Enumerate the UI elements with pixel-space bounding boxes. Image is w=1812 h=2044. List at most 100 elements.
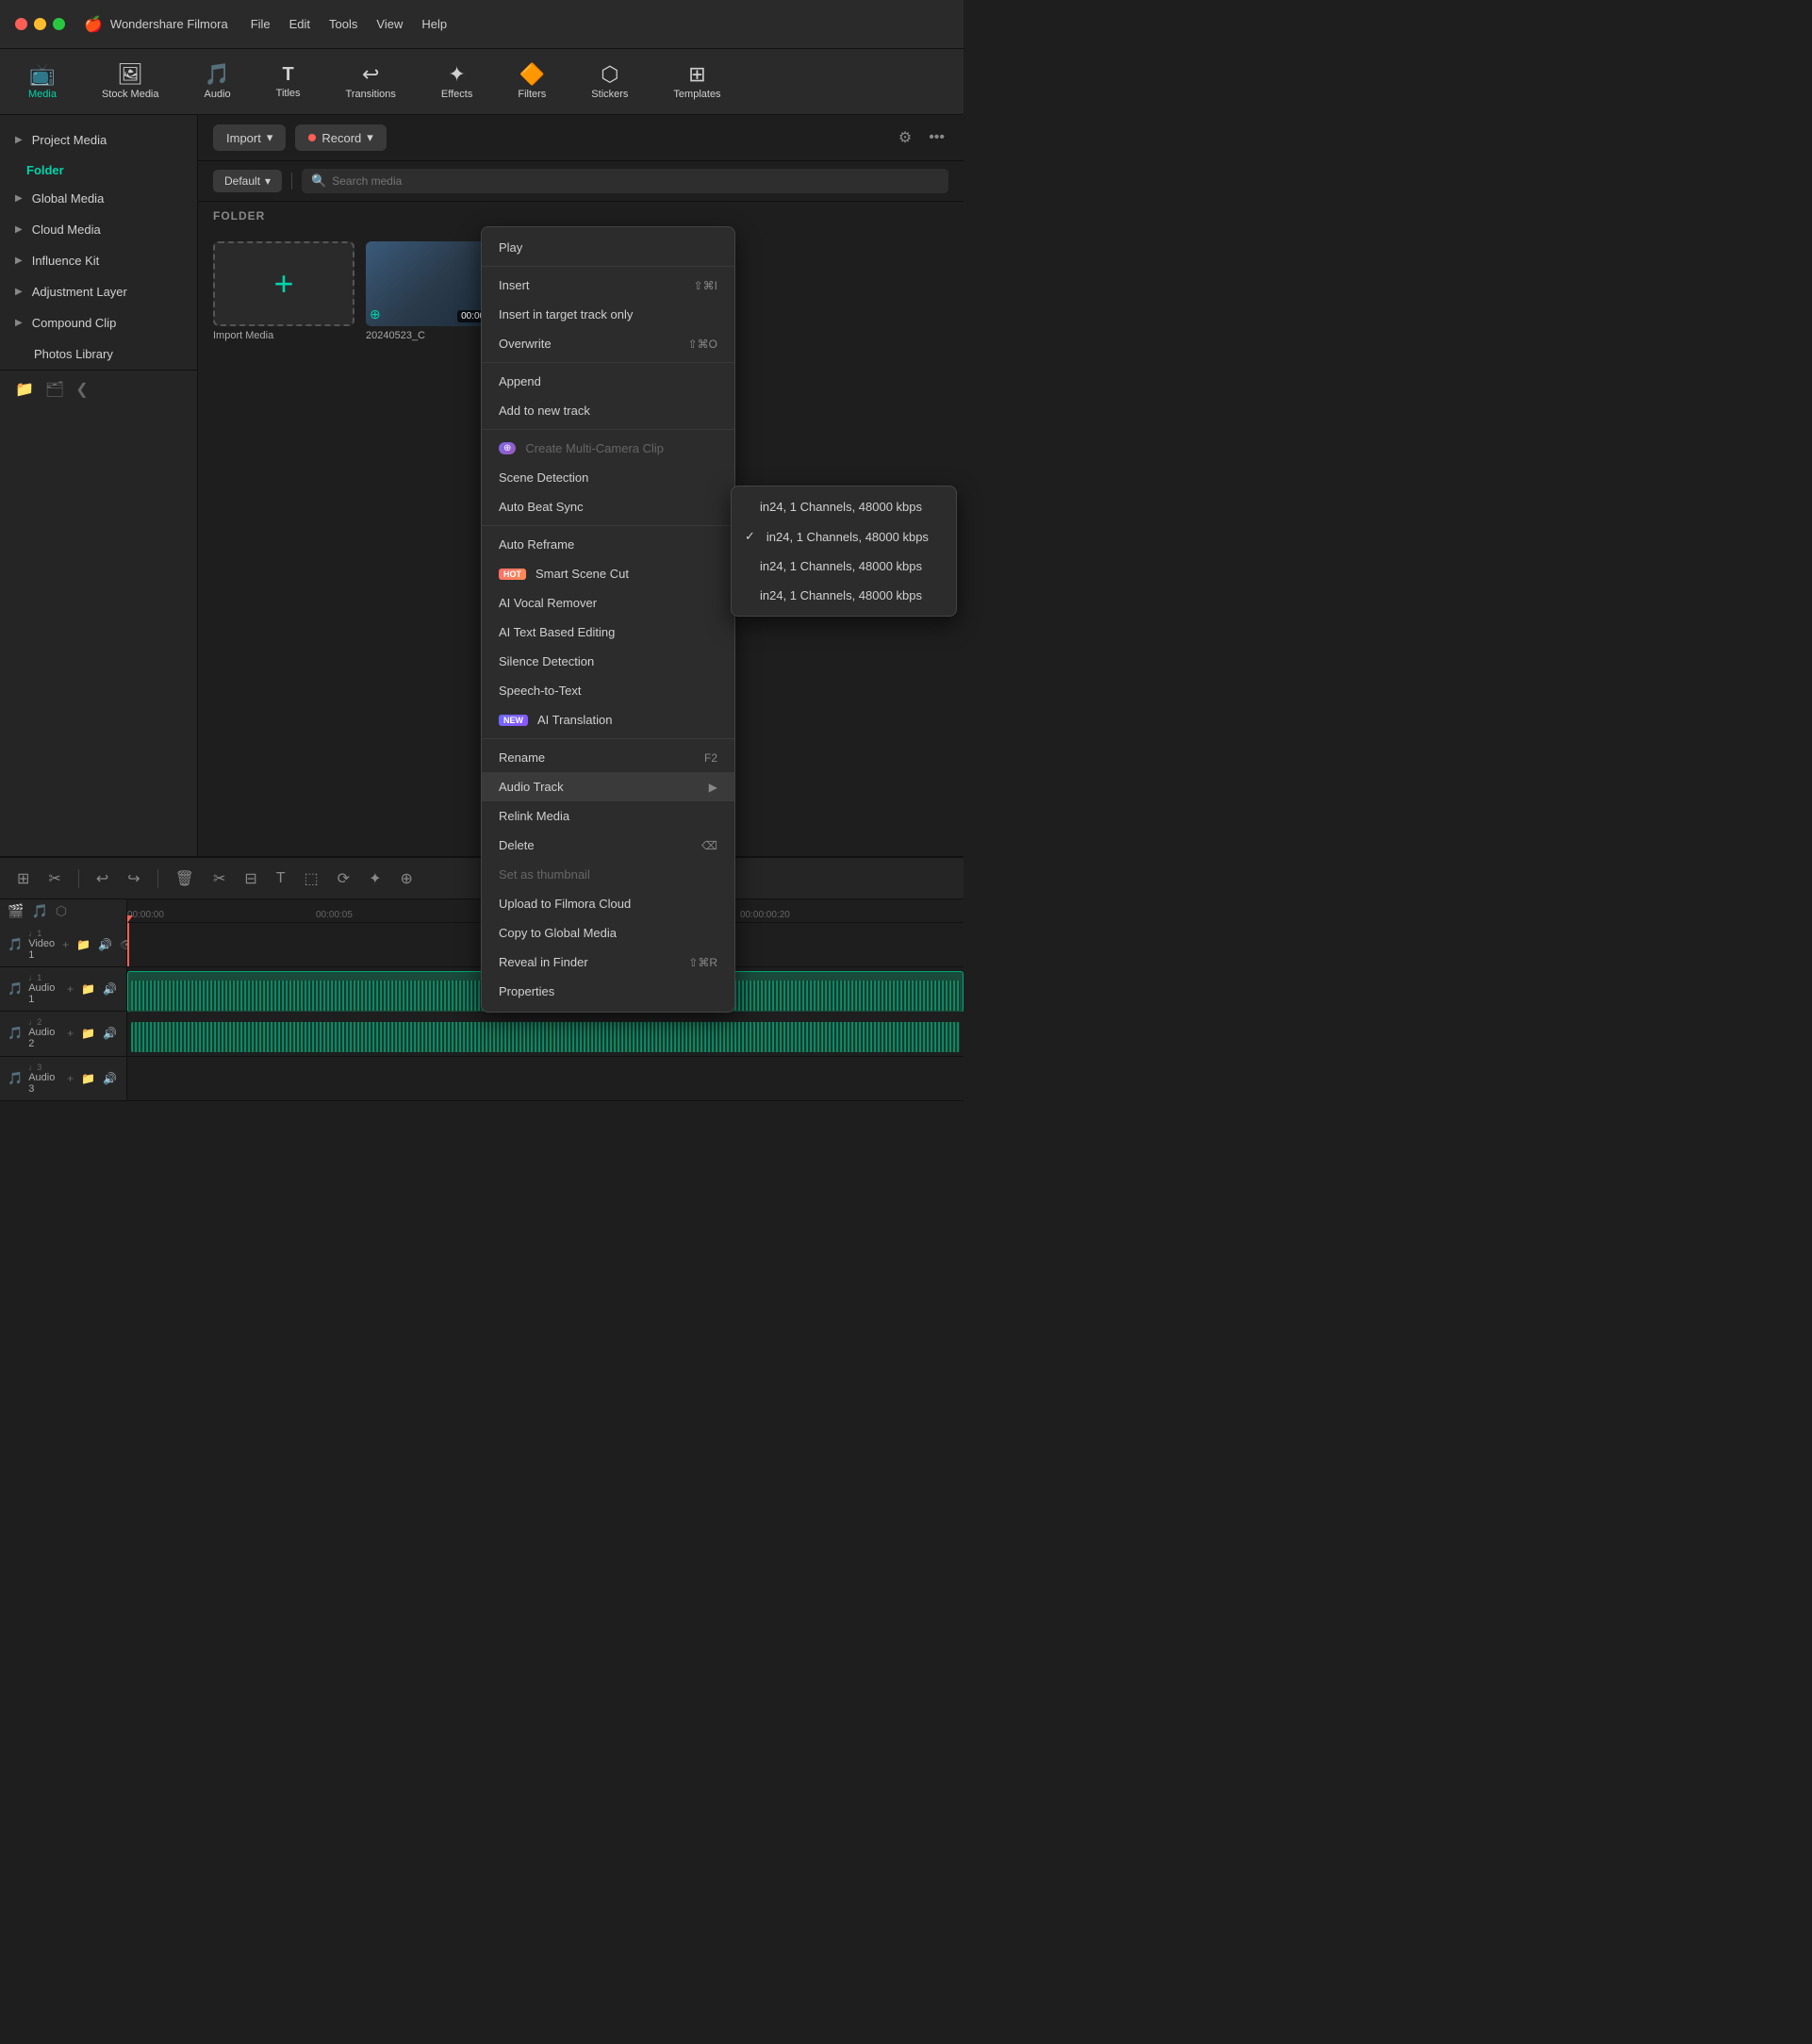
- ctx-ai-text-editing[interactable]: AI Text Based Editing: [482, 618, 734, 647]
- sidebar-item-compound-clip[interactable]: ▶ Compound Clip: [0, 307, 197, 338]
- menu-tools[interactable]: Tools: [329, 17, 357, 31]
- sidebar-item-influence-kit[interactable]: ▶ Influence Kit: [0, 245, 197, 276]
- search-input[interactable]: [332, 174, 939, 188]
- undo-button[interactable]: ↩: [91, 865, 114, 892]
- ctx-reveal-finder[interactable]: Reveal in Finder ⇧⌘R: [482, 948, 734, 977]
- audio-1-folder-button[interactable]: 📁: [79, 981, 97, 997]
- ctx-auto-beat-sync[interactable]: Auto Beat Sync: [482, 492, 734, 521]
- timecode-20: 00:00:00:20: [740, 910, 790, 920]
- cut-button[interactable]: ✂: [207, 865, 231, 892]
- menu-view[interactable]: View: [376, 17, 403, 31]
- ctx-ai-translation[interactable]: NEW AI Translation: [482, 705, 734, 734]
- submenu-item-3[interactable]: in24, 1 Channels, 48000 kbps: [732, 552, 956, 581]
- import-thumb[interactable]: +: [213, 241, 354, 326]
- audio-2-add-button[interactable]: +: [65, 1025, 75, 1042]
- add-video-track-button[interactable]: 🎬: [8, 903, 24, 919]
- track-folder-button[interactable]: 📁: [74, 936, 92, 953]
- menu-edit[interactable]: Edit: [289, 17, 310, 31]
- toolbar-filters[interactable]: 🔶 Filters: [508, 58, 555, 106]
- ctx-speech-to-text[interactable]: Speech-to-Text: [482, 676, 734, 705]
- ctx-scene-detection[interactable]: Scene Detection: [482, 463, 734, 492]
- toolbar-media[interactable]: 📺 Media: [19, 58, 66, 106]
- thumb-overlay-icon: ⊕: [370, 306, 381, 322]
- sidebar-item-photos-library[interactable]: Photos Library: [0, 338, 197, 370]
- ctx-properties[interactable]: Properties: [482, 977, 734, 1006]
- ctx-audio-track[interactable]: Audio Track ▶: [482, 772, 734, 801]
- ctx-multi-camera-label: Create Multi-Camera Clip: [525, 441, 664, 455]
- track-volume-button[interactable]: 🔊: [96, 936, 114, 953]
- sticker-button[interactable]: ⊕: [394, 865, 418, 892]
- snap-button[interactable]: ⊞: [11, 865, 35, 892]
- default-button[interactable]: Default ▾: [213, 170, 282, 192]
- audio-1-volume-button[interactable]: 🔊: [101, 981, 119, 997]
- sidebar-photos-library-label: Photos Library: [34, 347, 113, 361]
- ctx-upload-filmora[interactable]: Upload to Filmora Cloud: [482, 889, 734, 918]
- toolbar-stickers[interactable]: ⬡ Stickers: [582, 58, 637, 106]
- more-options-icon[interactable]: •••: [925, 124, 948, 151]
- submenu-item-4[interactable]: in24, 1 Channels, 48000 kbps: [732, 581, 956, 610]
- toolbar-transitions[interactable]: ↩ Transitions: [337, 58, 405, 106]
- add-compound-clip-button[interactable]: ⬡: [56, 903, 67, 919]
- crop-button[interactable]: ⬚: [299, 865, 324, 892]
- add-audio-track-button[interactable]: 🎵: [31, 903, 47, 919]
- audio-3-add-button[interactable]: +: [65, 1070, 75, 1087]
- split-button[interactable]: ⊟: [239, 865, 262, 892]
- ctx-add-new-track[interactable]: Add to new track: [482, 396, 734, 425]
- ctx-delete[interactable]: Delete ⌫: [482, 831, 734, 860]
- ctx-copy-global[interactable]: Copy to Global Media: [482, 918, 734, 948]
- toolbar-stock-media[interactable]: 🖼 Stock Media: [92, 58, 169, 106]
- sidebar-item-global-media[interactable]: ▶ Global Media: [0, 183, 197, 214]
- audio-waveform-2: [131, 1022, 960, 1052]
- sidebar-item-cloud-media[interactable]: ▶ Cloud Media: [0, 214, 197, 245]
- close-button[interactable]: [15, 18, 27, 30]
- import-media-item[interactable]: + Import Media: [213, 241, 354, 341]
- ctx-append[interactable]: Append: [482, 367, 734, 396]
- new-folder-button[interactable]: 📁: [15, 380, 34, 399]
- record-button[interactable]: Record ▾: [295, 124, 386, 151]
- fullscreen-button[interactable]: [53, 18, 65, 30]
- toolbar-titles[interactable]: T Titles: [267, 59, 310, 105]
- audio-2-folder-button[interactable]: 📁: [79, 1025, 97, 1042]
- sidebar-item-adjustment-layer[interactable]: ▶ Adjustment Layer: [0, 276, 197, 307]
- ai-button[interactable]: ✦: [363, 865, 387, 892]
- audio-3-folder-button[interactable]: 📁: [79, 1070, 97, 1087]
- templates-icon: ⊞: [688, 64, 705, 85]
- toolbar-templates[interactable]: ⊞ Templates: [664, 58, 730, 106]
- toolbar-effects[interactable]: ✦ Effects: [432, 58, 482, 106]
- audio-1-controls: + 📁 🔊: [65, 981, 119, 997]
- ctx-ai-vocal-remover[interactable]: AI Vocal Remover: [482, 588, 734, 618]
- ctx-rename[interactable]: Rename F2: [482, 743, 734, 772]
- import-chevron-icon: ▾: [267, 130, 273, 145]
- ctx-insert[interactable]: Insert ⇧⌘I: [482, 271, 734, 300]
- minimize-button[interactable]: [34, 18, 46, 30]
- folder-button[interactable]: 🗂: [45, 380, 64, 399]
- sidebar-item-project-media[interactable]: ▶ Project Media: [0, 124, 197, 156]
- collapse-button[interactable]: ❮: [75, 380, 88, 399]
- ctx-smart-scene-cut[interactable]: HOT Smart Scene Cut: [482, 559, 734, 588]
- ctx-insert-target[interactable]: Insert in target track only: [482, 300, 734, 329]
- ctx-play[interactable]: Play: [482, 233, 734, 262]
- ctx-overwrite[interactable]: Overwrite ⇧⌘O: [482, 329, 734, 358]
- redo-button[interactable]: ↪: [122, 865, 145, 892]
- audio-1-add-button[interactable]: +: [65, 981, 75, 997]
- video-track-icon: 🎵: [8, 937, 23, 952]
- tl-sep-1: [78, 869, 79, 888]
- text-button[interactable]: T: [271, 866, 291, 891]
- menu-help[interactable]: Help: [421, 17, 447, 31]
- ctx-silence-detection[interactable]: Silence Detection: [482, 647, 734, 676]
- ctx-relink-media[interactable]: Relink Media: [482, 801, 734, 831]
- speed-button[interactable]: ⟳: [332, 865, 355, 892]
- menu-file[interactable]: File: [251, 17, 271, 31]
- import-button[interactable]: Import ▾: [213, 124, 286, 151]
- submenu-item-1[interactable]: in24, 1 Channels, 48000 kbps: [732, 492, 956, 521]
- delete-button[interactable]: 🗑: [170, 865, 200, 892]
- ripple-button[interactable]: ✂: [42, 865, 66, 892]
- filter-icon[interactable]: ⚙: [895, 124, 915, 151]
- track-add-button[interactable]: +: [60, 936, 71, 953]
- audio-3-volume-button[interactable]: 🔊: [101, 1070, 119, 1087]
- submenu-item-2[interactable]: in24, 1 Channels, 48000 kbps: [732, 521, 956, 552]
- ctx-auto-reframe[interactable]: Auto Reframe: [482, 530, 734, 559]
- toolbar-audio[interactable]: 🎵 Audio: [195, 58, 240, 106]
- audio-2-volume-button[interactable]: 🔊: [101, 1025, 119, 1042]
- chevron-icon-6: ▶: [15, 318, 23, 328]
